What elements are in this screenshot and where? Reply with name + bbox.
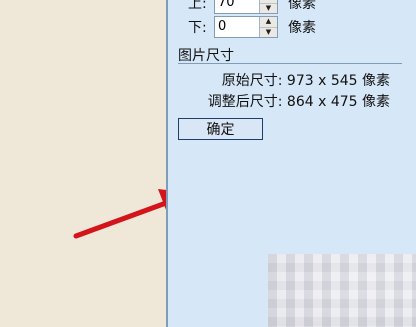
triangle-up-icon: ▲ [266,0,271,1]
adjusted-size-text: 调整后尺寸: 864 x 475 像素 [207,94,390,110]
section-divider [178,63,402,64]
top-margin-label: 上: [188,0,207,12]
bottom-margin-label: 下: [188,20,207,36]
bottom-margin-stepper[interactable]: 0 ▲ ▼ [214,16,278,38]
bottom-margin-row: 下: 0 ▲ ▼ 像素 [188,16,316,38]
image-thumbnail [268,254,416,327]
bottom-margin-unit: 像素 [288,20,316,36]
background-area [0,0,166,327]
top-margin-down-button[interactable]: ▼ [260,3,277,13]
top-margin-row: 上: 70 ▲ ▼ 像素 [188,0,316,14]
ok-button[interactable]: 确定 [178,118,263,140]
bottom-margin-down-button[interactable]: ▼ [260,27,277,37]
top-margin-stepper[interactable]: 70 ▲ ▼ [214,0,278,14]
top-margin-stepper-buttons: ▲ ▼ [259,0,277,13]
triangle-up-icon: ▲ [265,17,272,26]
bottom-margin-stepper-buttons: ▲ ▼ [259,17,277,37]
bottom-margin-up-button[interactable]: ▲ [260,17,277,28]
top-margin-input[interactable]: 70 [215,0,259,13]
triangle-down-icon: ▼ [265,3,272,12]
bottom-margin-input[interactable]: 0 [215,17,259,37]
image-size-section-title: 图片尺寸 [178,48,234,64]
original-size-text: 原始尺寸: 973 x 545 像素 [221,73,390,89]
triangle-down-icon: ▼ [265,27,272,36]
top-margin-unit: 像素 [288,0,316,12]
